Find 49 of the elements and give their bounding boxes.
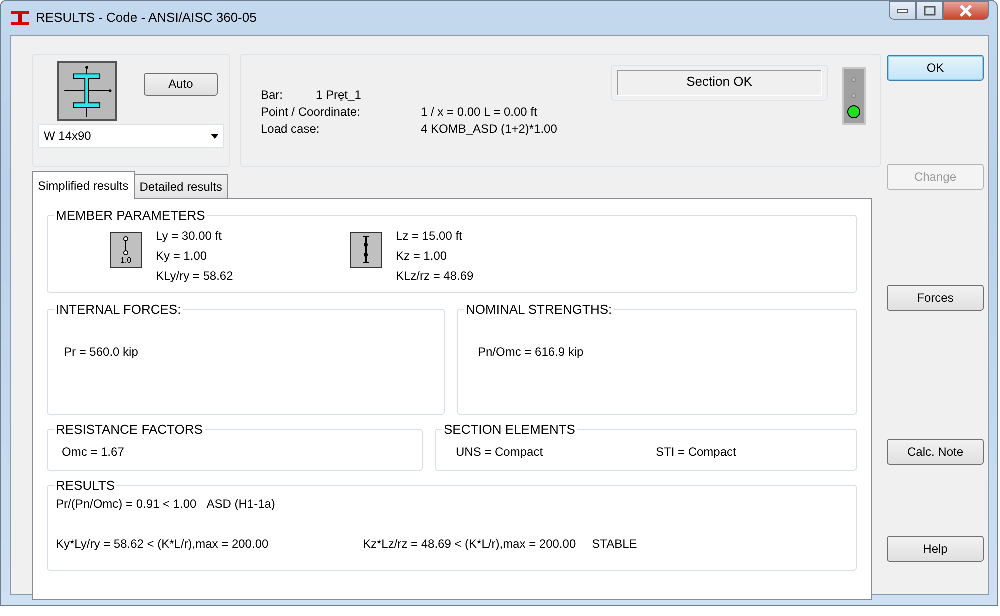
profile-dropdown[interactable]: W 14x90 xyxy=(38,124,224,148)
result-verdict: STABLE xyxy=(592,536,638,553)
parameter-value: KLy/ry = 58.62 xyxy=(156,268,234,285)
info-value: 1 / x = 0.00 L = 0.00 ft xyxy=(421,104,538,121)
braced-column-icon[interactable] xyxy=(350,232,382,268)
group-title: RESULTS xyxy=(54,478,117,493)
info-label: Point / Coordinate: xyxy=(261,104,362,121)
result-text: Ky*Ly/ry = 58.62 < (K*L/r),max = 200.00 xyxy=(56,536,270,553)
group-title: MEMBER PARAMETERS xyxy=(54,208,208,223)
parameter-value: KLz/rz = 48.69 xyxy=(396,268,474,285)
dialog-button[interactable]: OK xyxy=(887,55,984,81)
tab[interactable]: Simplified results xyxy=(32,171,135,199)
dialog-button[interactable]: Forces xyxy=(887,285,984,311)
window-title: RESULTS - Code - ANSI/AISC 360-05 xyxy=(36,9,257,28)
pinned-column-icon[interactable]: 1.0 xyxy=(110,232,142,268)
parameter-value: Kz = 1.00 xyxy=(396,248,448,265)
maximize-icon xyxy=(924,6,936,16)
parameter-value: Ky = 1.00 xyxy=(156,248,208,265)
group-title: NOMINAL STRENGTHS: xyxy=(464,302,614,317)
group-title: RESISTANCE FACTORS xyxy=(54,422,205,437)
section-icon xyxy=(57,61,117,121)
factor-value: Omc = 1.67 xyxy=(62,444,124,461)
close-icon xyxy=(959,4,973,16)
parameter-value: Lz = 15.00 ft xyxy=(396,228,464,245)
group-title: SECTION ELEMENTS xyxy=(442,422,578,437)
dialog-button[interactable]: Calc. Note xyxy=(887,439,984,465)
app-icon xyxy=(10,11,30,25)
status-field: Section OK xyxy=(617,70,822,96)
minimize-button[interactable] xyxy=(889,1,916,20)
info-label: Bar: xyxy=(261,87,284,104)
dialog-button[interactable]: Help xyxy=(887,536,984,562)
close-button[interactable] xyxy=(943,1,989,20)
result-text: Kz*Lz/rz = 48.69 < (K*L/r),max = 200.00 xyxy=(363,536,576,553)
profile-value: W 14x90 xyxy=(44,128,92,145)
result-text: Pr/(Pn/Omc) = 0.91 < 1.00 xyxy=(56,496,197,513)
group-title: INTERNAL FORCES: xyxy=(54,302,184,317)
tab[interactable]: Detailed results xyxy=(134,174,228,198)
info-value: 1 Pręt_1 xyxy=(316,87,362,104)
section-element-value: UNS = Compact xyxy=(456,444,544,461)
parameter-value: Ly = 30.00 ft xyxy=(156,228,223,245)
minimize-icon xyxy=(896,8,908,14)
strength-value: Pn/Omc = 616.9 kip xyxy=(478,344,584,361)
force-value: Pr = 560.0 kip xyxy=(64,344,138,361)
result-note: ASD (H1-1a) xyxy=(206,496,276,513)
info-value: 4 KOMB_ASD (1+2)*1.00 xyxy=(421,121,558,138)
section-element-value: STI = Compact xyxy=(656,444,738,461)
maximize-button[interactable] xyxy=(916,1,943,20)
auto-button[interactable]: Auto xyxy=(144,72,218,96)
info-label: Load case: xyxy=(261,121,321,138)
